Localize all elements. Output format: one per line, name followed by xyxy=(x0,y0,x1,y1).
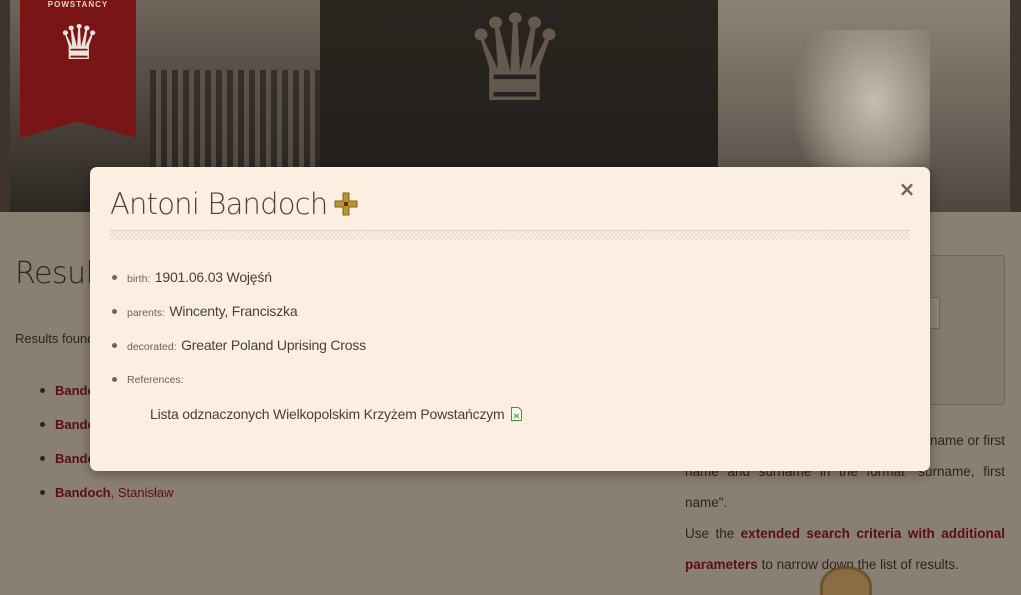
parents-value: Wincenty, Franciszka xyxy=(169,303,298,319)
results-found-label: Results found xyxy=(15,331,95,346)
person-name: Antoni Bandoch xyxy=(110,187,328,221)
references-item: References: xyxy=(110,369,900,403)
close-icon[interactable]: × xyxy=(898,177,916,201)
decorated-value: Greater Poland Uprising Cross xyxy=(181,337,366,353)
parents-label: parents: xyxy=(127,307,165,319)
document-icon[interactable] xyxy=(510,407,522,421)
birth-label: birth: xyxy=(127,273,151,285)
birth-value: 1901.06.03 Wojęśń xyxy=(154,269,272,285)
decorated-label: decorated: xyxy=(127,341,177,353)
result-surname-link[interactable]: Bandoch xyxy=(55,485,111,500)
help-text-use: Use the xyxy=(685,526,735,541)
result-given-name[interactable]: , Stanisław xyxy=(111,485,174,500)
person-details-list: birth: 1901.06.03 Wojęśń parents: Wincen… xyxy=(110,267,900,403)
birth-item: birth: 1901.06.03 Wojęśń xyxy=(110,267,900,301)
person-details-modal: × Antoni Bandoch birth: 1901.06.03 Wojęś… xyxy=(90,167,930,471)
references-label: References: xyxy=(127,374,184,386)
uprising-cross-icon xyxy=(334,192,358,216)
eagle-logo-icon: ♛ xyxy=(57,15,101,71)
title-divider xyxy=(110,230,910,240)
logo-ribbon-text: POWSTAŃCY xyxy=(47,0,109,9)
decorated-item: decorated: Greater Poland Uprising Cross xyxy=(110,335,900,369)
modal-title: Antoni Bandoch xyxy=(110,187,359,221)
eagle-banner-icon: ♛ xyxy=(461,0,569,129)
reference-title[interactable]: Lista odznaczonych Wielkopolskim Krzyżem… xyxy=(150,406,505,422)
reference-link[interactable]: Lista odznaczonych Wielkopolskim Krzyżem… xyxy=(150,406,522,422)
list-item[interactable]: Bandoch, Stanisław xyxy=(40,482,174,516)
parents-item: parents: Wincenty, Franciszka xyxy=(110,301,900,335)
